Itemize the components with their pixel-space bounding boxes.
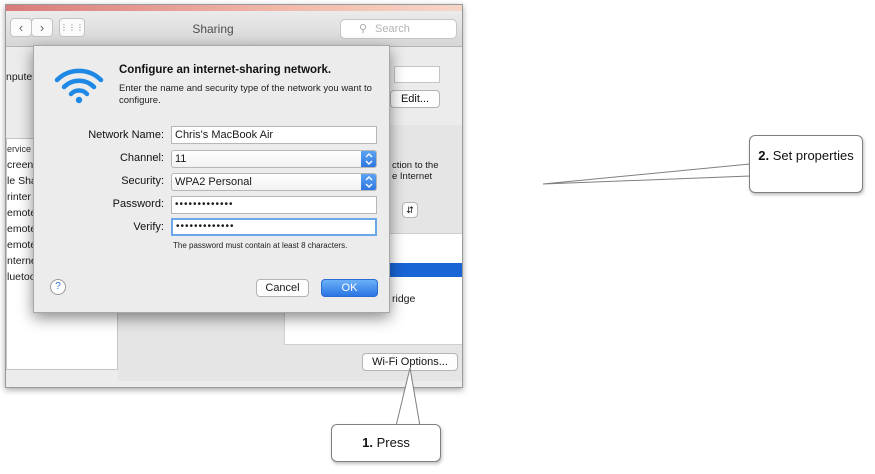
callout-set-properties: 2. Set properties: [749, 135, 863, 193]
callout-pointer-set-properties: [542, 163, 751, 185]
callout-step-number: 1.: [362, 435, 373, 450]
back-icon: ‹: [18, 20, 24, 35]
security-label: Security:: [121, 175, 164, 187]
callout-text: Set properties: [772, 148, 854, 163]
ok-button[interactable]: OK: [321, 279, 378, 297]
security-popup[interactable]: WPA2 Personal: [171, 173, 377, 191]
back-button[interactable]: ‹: [10, 18, 32, 37]
callout-text: Press: [376, 435, 410, 450]
help-button[interactable]: ?: [50, 279, 66, 295]
forward-icon: ›: [39, 20, 45, 35]
edit-button[interactable]: Edit...: [390, 90, 440, 108]
detail-text-3: ridge: [392, 293, 416, 305]
password-hint: The password must contain at least 8 cha…: [173, 241, 348, 250]
security-value: WPA2 Personal: [175, 176, 252, 188]
service-item[interactable]: emote: [7, 223, 36, 235]
callout-step-number: 2.: [758, 148, 770, 163]
service-item[interactable]: luetoo: [7, 271, 36, 283]
sheet-description: Enter the name and security type of the …: [119, 83, 372, 106]
search-field[interactable]: ⚲ Search: [340, 19, 457, 39]
selected-list-row[interactable]: [390, 263, 462, 277]
detail-text-1: ction to the: [392, 160, 439, 171]
show-all-button[interactable]: ⋮⋮⋮: [59, 18, 85, 37]
wifi-options-button[interactable]: Wi-Fi Options...: [362, 353, 458, 371]
computer-name-label: nputer: [6, 71, 36, 83]
configure-network-sheet: Configure an internet-sharing network. E…: [33, 45, 390, 313]
verify-input[interactable]: •••••••••••••: [171, 218, 377, 236]
network-name-label: Network Name:: [88, 129, 164, 141]
computer-name-field[interactable]: [394, 66, 440, 83]
search-placeholder: Search: [375, 23, 410, 35]
chevron-updown-icon: [361, 151, 376, 167]
chevron-updown-icon: [361, 174, 376, 190]
channel-value: 11: [175, 153, 187, 165]
cancel-button[interactable]: Cancel: [256, 279, 309, 297]
verify-label: Verify:: [133, 221, 164, 233]
wifi-icon: [54, 68, 104, 104]
window-title: Sharing: [192, 22, 234, 36]
channel-popup[interactable]: 11: [171, 150, 377, 168]
service-column-header: ervice: [7, 144, 32, 154]
network-name-input[interactable]: Chris's MacBook Air: [171, 126, 377, 144]
help-icon: ?: [55, 281, 61, 292]
channel-label: Channel:: [119, 152, 164, 164]
password-input[interactable]: •••••••••••••: [171, 196, 377, 214]
service-item[interactable]: emote: [7, 207, 36, 219]
sheet-title: Configure an internet-sharing network.: [119, 64, 332, 76]
forward-button[interactable]: ›: [31, 18, 53, 37]
search-icon: ⚲: [359, 23, 368, 35]
chevron-updown-icon: ⇵: [406, 205, 414, 215]
detail-text-2: e Internet: [392, 171, 433, 182]
title-bar: ‹ › ⋮⋮⋮ Sharing ⚲ Search: [6, 11, 462, 47]
service-item[interactable]: creen: [7, 159, 33, 171]
service-item[interactable]: rinter: [7, 191, 31, 203]
callout-press: 1. Press: [331, 424, 441, 462]
password-label: Password:: [112, 198, 164, 210]
grid-icon: ⋮⋮⋮: [60, 23, 84, 32]
service-item[interactable]: emote: [7, 239, 36, 251]
share-from-popup[interactable]: ⇵: [402, 202, 418, 218]
